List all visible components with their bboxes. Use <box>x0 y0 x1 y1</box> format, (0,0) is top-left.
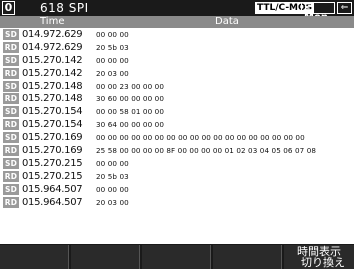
timestamp: 015.270.169 <box>22 145 83 157</box>
timestamp: 015.270.142 <box>22 54 83 66</box>
timestamp: 015.270.148 <box>22 93 83 105</box>
list-item[interactable]: SD 014.972.629 00 00 00 <box>0 28 354 41</box>
data-bytes: 20 03 00 <box>96 197 129 207</box>
list-item[interactable]: RD 015.964.507 20 03 00 <box>0 196 354 209</box>
time-column-header: Time <box>40 16 65 27</box>
measurement-title: 618 SPI <box>40 1 89 15</box>
data-bytes: 20 5b 03 <box>96 171 129 181</box>
time-display-toggle-button[interactable]: 時間表示 切り換え <box>284 245 354 269</box>
f3-button[interactable] <box>142 245 211 269</box>
direction-tag: RD <box>3 170 19 182</box>
direction-tag: RD <box>3 145 19 157</box>
direction-tag: SD <box>3 80 19 92</box>
timestamp: 015.964.507 <box>22 196 83 208</box>
direction-tag: SD <box>3 183 19 195</box>
timestamp: 015.964.507 <box>22 183 83 195</box>
button-label-line2: 切り換え <box>301 256 345 269</box>
list-item[interactable]: RD 014.972.629 20 5b 03 <box>0 41 354 54</box>
list-item[interactable]: SD 015.270.154 00 00 58 01 00 00 <box>0 105 354 118</box>
data-bytes: 20 03 00 <box>96 68 129 78</box>
data-bytes: 20 5b 03 <box>96 42 129 52</box>
column-header: Time Data <box>0 16 354 28</box>
title-bar: 0 618 SPI TTL/C-MOS ☰Mon ⇐ <box>0 0 354 23</box>
timestamp: 014.972.629 <box>22 29 83 40</box>
data-bytes: 25 58 00 00 00 00 8F 00 00 00 00 01 02 0… <box>96 146 317 156</box>
data-bytes: 00 00 00 <box>96 184 129 194</box>
function-key-bar: 時間表示 切り換え <box>0 244 354 269</box>
timestamp: 015.270.215 <box>22 170 83 182</box>
direction-tag: SD <box>3 157 19 169</box>
analyzer-screen: 0 618 SPI TTL/C-MOS ☰Mon ⇐ Time Data SD0… <box>0 0 354 269</box>
list-item[interactable]: RD 015.270.215 20 5b 03 <box>0 170 354 183</box>
timestamp: 015.270.215 <box>22 157 83 169</box>
direction-tag: RD <box>3 119 19 131</box>
list-item[interactable]: RD 015.270.142 20 03 00 <box>0 67 354 80</box>
data-bytes: 00 00 00 00 00 00 00 00 00 00 00 00 00 0… <box>96 133 305 143</box>
direction-tag: SD <box>3 106 19 118</box>
capture-list[interactable]: SD 014.972.629 00 00 00 RD 014.972.629 20 5b… <box>0 28 354 244</box>
timestamp: 015.270.154 <box>22 106 83 118</box>
list-item[interactable]: SD 015.270.215 00 00 00 <box>0 157 354 170</box>
direction-tag: RD <box>3 196 19 208</box>
direction-tag: SD <box>3 54 19 66</box>
data-bytes: 30 64 00 00 00 00 <box>96 120 164 130</box>
direction-tag: RD <box>3 93 19 105</box>
timestamp: 015.270.148 <box>22 80 83 92</box>
list-item[interactable]: SD 015.270.142 00 00 00 <box>0 54 354 67</box>
data-bytes: 00 00 00 <box>96 30 129 39</box>
monitor-mode-indicator: ☰Mon <box>301 2 335 23</box>
list-item[interactable]: SD 015.964.507 00 00 00 <box>0 183 354 196</box>
direction-tag: SD <box>3 29 19 40</box>
f4-button[interactable] <box>213 245 282 269</box>
f1-button[interactable] <box>0 245 69 269</box>
timestamp: 015.270.169 <box>22 132 83 144</box>
timestamp: 015.270.154 <box>22 119 83 131</box>
list-item[interactable]: RD 015.270.154 30 64 00 00 00 00 <box>0 118 354 131</box>
list-item[interactable]: RD 015.270.148 30 60 00 00 00 00 <box>0 92 354 105</box>
data-bytes: 00 00 00 <box>96 158 129 168</box>
data-bytes: 00 00 00 <box>96 55 129 65</box>
data-bytes: 00 00 58 01 00 00 <box>96 107 164 117</box>
data-bytes: 30 60 00 00 00 00 <box>96 94 164 104</box>
input-arrow-icon: ⇐ <box>337 2 352 14</box>
data-bytes: 00 00 23 00 00 00 <box>96 81 164 91</box>
channel-badge: 0 <box>2 1 15 15</box>
direction-tag: RD <box>3 41 19 53</box>
list-item[interactable]: SD 015.270.169 00 00 00 00 00 00 00 00 00 … <box>0 131 354 144</box>
direction-tag: SD <box>3 132 19 144</box>
list-item[interactable]: SD 015.270.148 00 00 23 00 00 00 <box>0 80 354 93</box>
timestamp: 015.270.142 <box>22 67 83 79</box>
f2-button[interactable] <box>71 245 140 269</box>
timestamp: 014.972.629 <box>22 41 83 53</box>
data-column-header: Data <box>215 16 239 27</box>
list-item[interactable]: RD 015.270.169 25 58 00 00 00 00 8F 00 00 … <box>0 144 354 157</box>
direction-tag: RD <box>3 67 19 79</box>
